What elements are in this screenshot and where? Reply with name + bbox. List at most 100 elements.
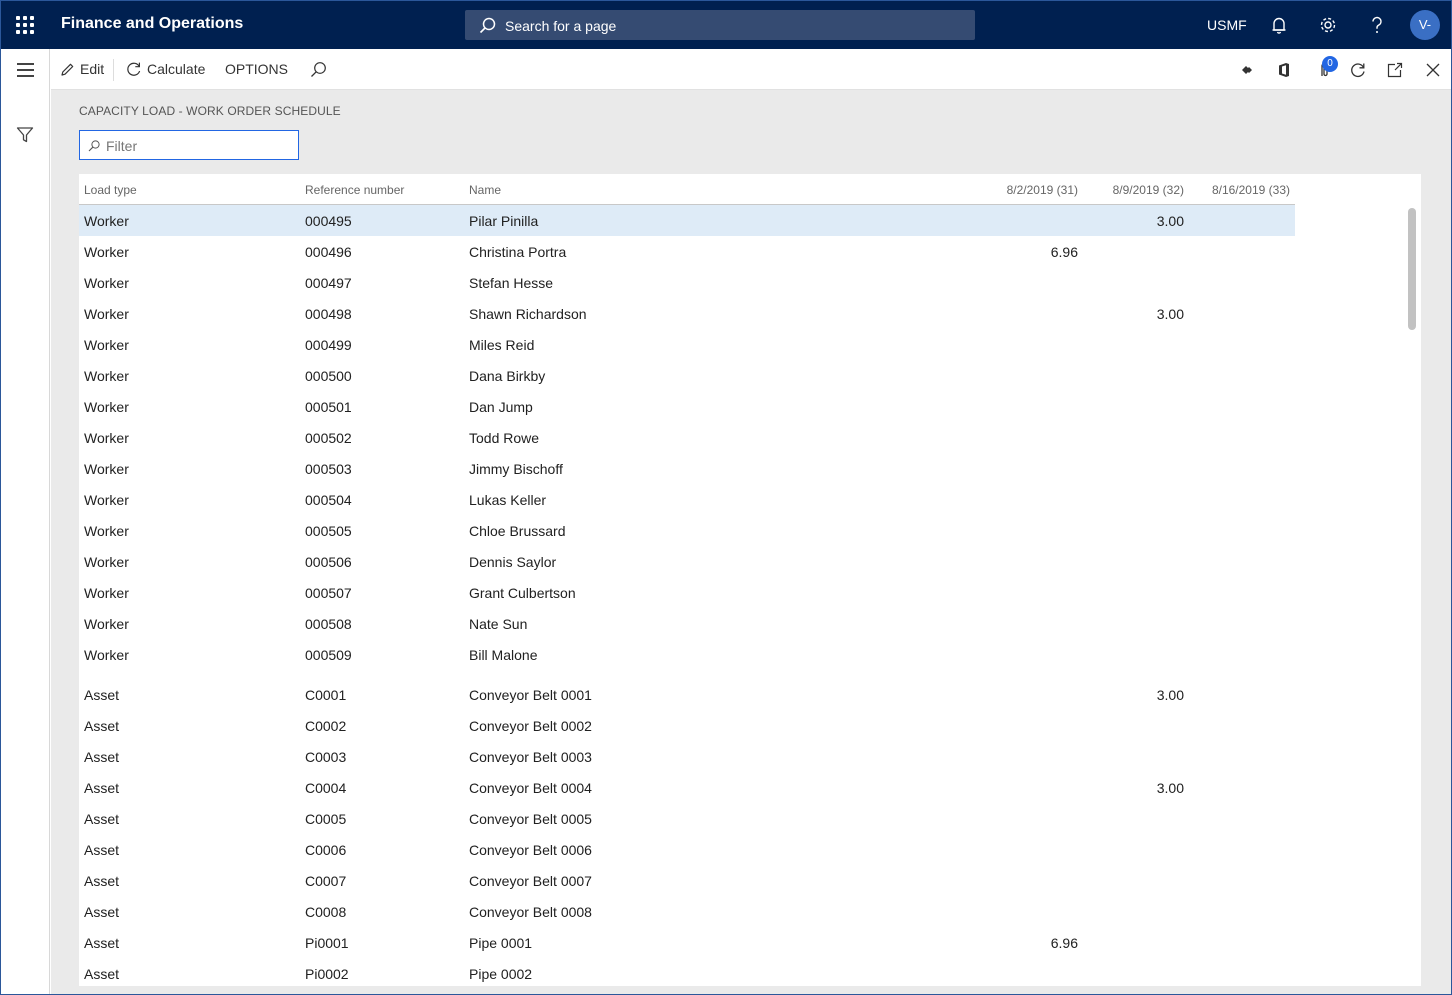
edit-button-label: Edit (80, 61, 105, 77)
column-header-reference-number[interactable]: Reference number (305, 183, 404, 197)
table-row[interactable]: Asset Pi0002 Pipe 0002 (79, 958, 1295, 986)
load-type-cell: Asset (84, 749, 120, 765)
left-navigation-rail (0, 49, 50, 995)
refresh-icon[interactable] (1348, 60, 1368, 80)
filter-icon[interactable] (16, 126, 34, 144)
name-cell: Stefan Hesse (469, 275, 554, 291)
reference-number-cell: Pi0002 (305, 966, 349, 982)
hamburger-menu-icon[interactable] (17, 63, 34, 81)
reference-number-cell: 000507 (305, 585, 352, 601)
options-tab[interactable]: OPTIONS (225, 61, 288, 77)
table-row[interactable]: Worker 000509 Bill Malone (79, 639, 1295, 670)
table-row[interactable]: Asset C0002 Conveyor Belt 0002 (79, 710, 1295, 741)
app-launcher-icon[interactable] (16, 16, 34, 34)
name-cell: Conveyor Belt 0003 (469, 749, 592, 765)
search-icon[interactable] (310, 61, 327, 78)
company-picker[interactable]: USMF (1207, 17, 1247, 33)
refresh-icon (127, 62, 141, 76)
table-row[interactable]: Worker 000505 Chloe Brussard (79, 515, 1295, 546)
load-type-cell: Worker (84, 492, 129, 508)
reference-number-cell: 000502 (305, 430, 352, 446)
bell-icon[interactable] (1268, 14, 1290, 36)
table-row[interactable]: Worker 000504 Lukas Keller (79, 484, 1295, 515)
table-row[interactable]: Worker 000501 Dan Jump (79, 391, 1295, 422)
reference-number-cell: C0006 (305, 842, 347, 858)
table-row[interactable]: Worker 000498 Shawn Richardson 3.00 (79, 298, 1295, 329)
column-header-week-31[interactable]: 8/2/2019 (31) (1007, 183, 1078, 197)
table-row[interactable]: Asset C0008 Conveyor Belt 0008 (79, 896, 1295, 927)
table-row[interactable]: Worker 000506 Dennis Saylor (79, 546, 1295, 577)
name-cell: Dan Jump (469, 399, 533, 415)
diamond-icon[interactable] (1237, 60, 1257, 80)
reference-number-cell: 000508 (305, 616, 352, 632)
gear-icon[interactable] (1317, 14, 1339, 36)
grid-header: Load type Reference number Name 8/2/2019… (79, 174, 1295, 205)
week-32-cell: 3.00 (1156, 306, 1184, 322)
reference-number-cell: C0008 (305, 904, 347, 920)
office-icon[interactable] (1274, 60, 1294, 80)
table-row[interactable]: Asset C0006 Conveyor Belt 0006 (79, 834, 1295, 865)
table-row[interactable]: Worker 000497 Stefan Hesse (79, 267, 1295, 298)
table-row[interactable]: Worker 000499 Miles Reid (79, 329, 1295, 360)
load-type-cell: Asset (84, 811, 120, 827)
filter-input[interactable]: Filter (79, 130, 299, 160)
action-pane: Edit Calculate OPTIONS (51, 49, 1451, 90)
reference-number-cell: C0005 (305, 811, 347, 827)
filter-placeholder: Filter (106, 138, 138, 154)
page-search-box[interactable]: Search for a page (465, 10, 975, 40)
table-row[interactable]: Worker 000503 Jimmy Bischoff (79, 453, 1295, 484)
search-icon (88, 140, 100, 152)
column-header-name[interactable]: Name (469, 183, 501, 197)
column-header-load-type[interactable]: Load type (84, 183, 137, 197)
calculate-button[interactable]: Calculate (126, 61, 205, 77)
name-cell: Conveyor Belt 0007 (469, 873, 592, 889)
table-row[interactable]: Worker 000508 Nate Sun (79, 608, 1295, 639)
help-icon[interactable] (1366, 14, 1388, 36)
user-avatar[interactable]: V- (1410, 10, 1440, 40)
load-type-cell: Worker (84, 213, 129, 229)
search-icon (479, 17, 496, 34)
page-title: CAPACITY LOAD - WORK ORDER SCHEDULE (79, 104, 341, 118)
table-row[interactable]: Asset C0001 Conveyor Belt 0001 3.00 (79, 679, 1295, 710)
app-title[interactable]: Finance and Operations (61, 15, 243, 33)
column-header-week-33[interactable]: 8/16/2019 (33) (1212, 183, 1290, 197)
close-icon[interactable] (1423, 60, 1443, 80)
divider (113, 59, 114, 81)
edit-icon (61, 63, 74, 76)
edit-button[interactable]: Edit (60, 61, 104, 77)
table-row[interactable]: Asset C0007 Conveyor Belt 0007 (79, 865, 1295, 896)
load-type-cell: Worker (84, 306, 129, 322)
load-type-cell: Worker (84, 337, 129, 353)
load-type-cell: Asset (84, 935, 120, 951)
reference-number-cell: C0004 (305, 780, 347, 796)
week-31-cell: 6.96 (1050, 935, 1078, 951)
open-new-window-icon[interactable] (1385, 60, 1405, 80)
table-row[interactable]: Asset C0003 Conveyor Belt 0003 (79, 741, 1295, 772)
load-type-cell: Asset (84, 718, 120, 734)
name-cell: Nate Sun (469, 616, 528, 632)
table-row[interactable]: Worker 000500 Dana Birkby (79, 360, 1295, 391)
column-header-week-32[interactable]: 8/9/2019 (32) (1113, 183, 1184, 197)
reference-number-cell: 000504 (305, 492, 352, 508)
name-cell: Chloe Brussard (469, 523, 566, 539)
load-type-cell: Worker (84, 647, 129, 663)
table-row[interactable]: Asset C0004 Conveyor Belt 0004 3.00 (79, 772, 1295, 803)
vertical-scrollbar[interactable] (1408, 208, 1416, 330)
reference-number-cell: 000498 (305, 306, 352, 322)
table-row[interactable]: Worker 000502 Todd Rowe (79, 422, 1295, 453)
name-cell: Grant Culbertson (469, 585, 576, 601)
reference-number-cell: 000497 (305, 275, 352, 291)
load-type-cell: Asset (84, 687, 120, 703)
table-row[interactable]: Worker 000496 Christina Portra 6.96 (79, 236, 1295, 267)
reference-number-cell: 000500 (305, 368, 352, 384)
name-cell: Christina Portra (469, 244, 567, 260)
table-row[interactable]: Asset Pi0001 Pipe 0001 6.96 (79, 927, 1295, 958)
reference-number-cell: Pi0001 (305, 935, 349, 951)
name-cell: Bill Malone (469, 647, 538, 663)
load-type-cell: Asset (84, 904, 120, 920)
reference-number-cell: 000495 (305, 213, 352, 229)
table-row[interactable]: Worker 000507 Grant Culbertson (79, 577, 1295, 608)
table-row[interactable]: Worker 000495 Pilar Pinilla 3.00 (79, 205, 1295, 236)
table-row[interactable]: Asset C0005 Conveyor Belt 0005 (79, 803, 1295, 834)
reference-number-cell: 000496 (305, 244, 352, 260)
